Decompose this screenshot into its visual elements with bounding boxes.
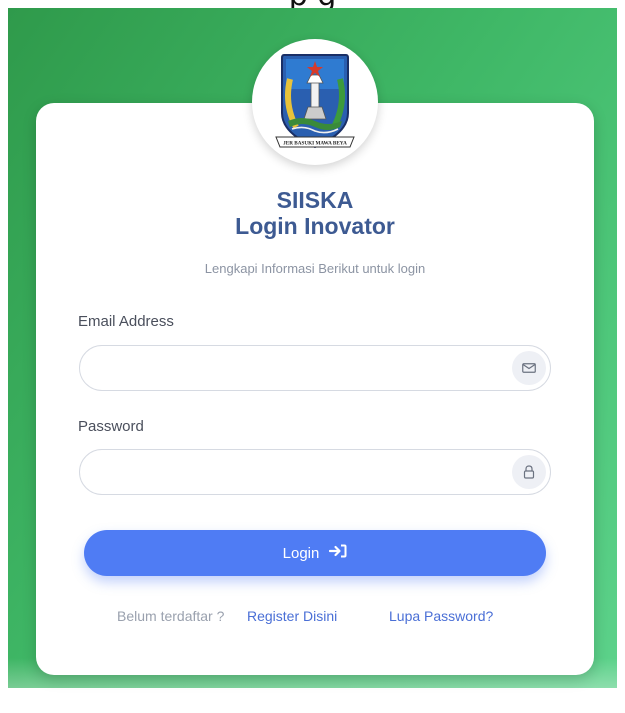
email-label: Email Address	[78, 313, 174, 330]
register-prompt: Belum terdaftar ?	[117, 608, 225, 624]
lock-icon	[512, 455, 546, 489]
svg-text:JER BASUKI MAWA BEYA: JER BASUKI MAWA BEYA	[283, 141, 347, 147]
page-title: SIISKA Login Inovator	[36, 187, 594, 239]
sign-in-arrow-icon	[329, 544, 347, 562]
email-field-wrapper	[79, 345, 551, 392]
password-label: Password	[78, 418, 144, 435]
login-button-label: Login	[282, 544, 320, 562]
password-input[interactable]	[96, 450, 500, 496]
east-java-emblem-icon: JER BASUKI MAWA BEYA	[275, 54, 355, 149]
envelope-icon	[512, 351, 546, 385]
logo-badge: JER BASUKI MAWA BEYA	[252, 39, 378, 165]
login-button[interactable]: Login	[84, 530, 546, 576]
email-input[interactable]	[96, 346, 500, 392]
login-title: Login Inovator	[235, 213, 395, 239]
clipped-page-heading: p g	[0, 0, 625, 8]
register-link[interactable]: Register Disini	[247, 608, 337, 624]
forgot-password-link[interactable]: Lupa Password?	[389, 608, 493, 624]
page-top-strip: p g	[0, 0, 625, 8]
app-name: SIISKA	[276, 187, 354, 213]
login-instruction: Lengkapi Informasi Berikut untuk login	[204, 261, 426, 276]
password-field-wrapper	[79, 449, 551, 496]
